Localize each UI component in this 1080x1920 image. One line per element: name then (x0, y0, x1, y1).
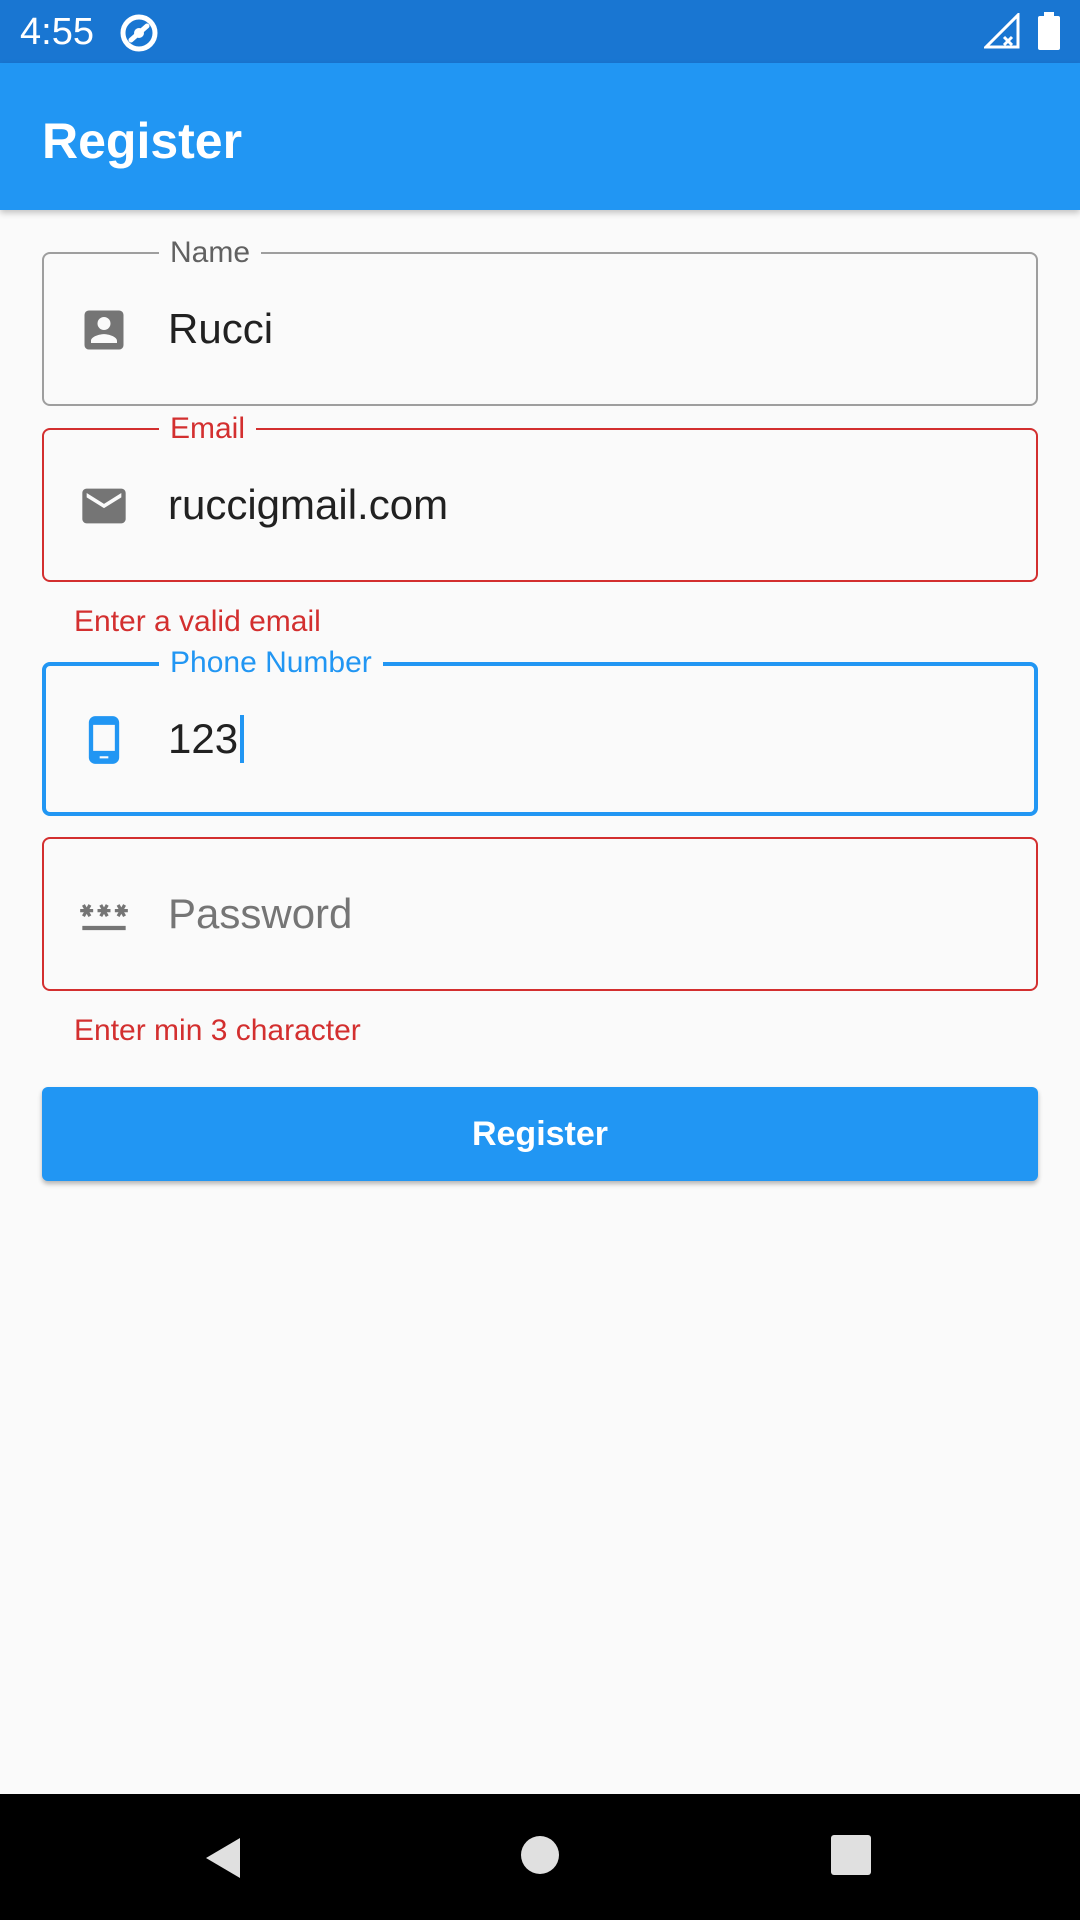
phone-input[interactable]: 123 (168, 710, 245, 768)
email-input[interactable]: ruccigmail.com (168, 476, 448, 534)
phone-icon (88, 716, 120, 764)
password-error-text: Enter min 3 character (74, 1014, 361, 1047)
phone-field[interactable]: Phone Number 123 (42, 645, 1038, 816)
name-input[interactable]: Rucci (168, 300, 273, 358)
battery-icon (1038, 12, 1060, 50)
email-icon (82, 488, 126, 524)
password-field[interactable]: Password (42, 837, 1038, 991)
email-field-label: Email (159, 411, 257, 447)
email-field[interactable]: Email ruccigmail.com (42, 411, 1038, 582)
text-caret (240, 714, 245, 763)
status-bar: 4:55 (0, 0, 1080, 63)
status-time: 4:55 (20, 11, 94, 53)
password-input[interactable]: Password (168, 885, 352, 943)
phone-input-value: 123 (168, 715, 239, 762)
page-title: Register (42, 113, 243, 169)
email-error-text: Enter a valid email (74, 605, 321, 638)
app-notification-icon (120, 14, 158, 52)
register-button[interactable]: Register (42, 1087, 1038, 1181)
signal-icon (984, 13, 1020, 49)
back-icon[interactable] (200, 1834, 248, 1882)
app-bar: Register (0, 63, 1080, 210)
password-icon (80, 904, 128, 931)
navigation-bar (0, 1794, 1080, 1920)
name-field-label: Name (159, 235, 262, 271)
name-field[interactable]: Name Rucci (42, 235, 1038, 406)
recents-icon[interactable] (830, 1834, 872, 1876)
home-icon[interactable] (519, 1834, 561, 1876)
person-icon (84, 310, 124, 350)
phone-field-label: Phone Number (159, 645, 383, 681)
